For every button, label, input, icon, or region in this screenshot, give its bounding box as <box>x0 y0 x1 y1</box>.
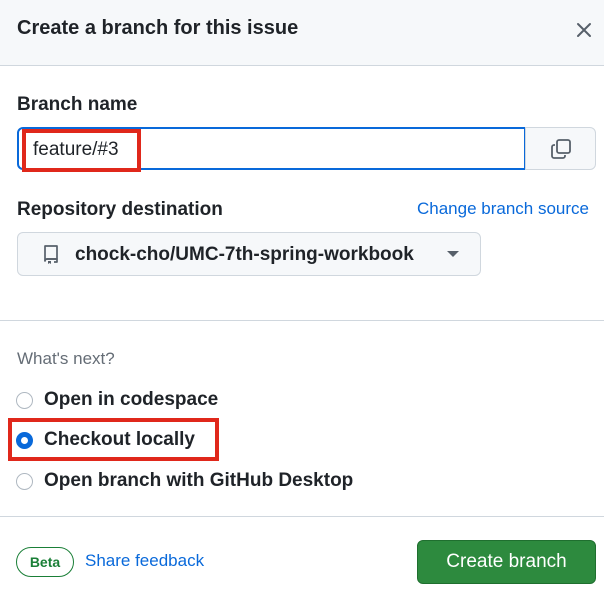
close-button[interactable] <box>568 14 600 46</box>
radio-button[interactable] <box>16 472 33 490</box>
whats-next-heading: What's next? <box>17 349 115 368</box>
close-icon <box>577 23 591 37</box>
radio-button[interactable] <box>16 391 33 409</box>
branch-name-field[interactable] <box>17 127 526 170</box>
option-label: Checkout locally <box>44 429 195 450</box>
footer-divider <box>0 516 604 517</box>
option-label: Open branch with GitHub Desktop <box>44 470 354 491</box>
radio-button-selected[interactable] <box>16 431 33 449</box>
option-github-desktop[interactable]: Open branch with GitHub Desktop <box>16 466 353 496</box>
section-divider <box>0 320 604 321</box>
copy-branch-button[interactable] <box>525 127 596 170</box>
repository-selected-value: chock-cho/UMC-7th-spring-workbook <box>75 244 414 265</box>
dialog-header: Create a branch for this issue <box>0 0 604 66</box>
beta-badge: Beta <box>16 547 74 577</box>
share-feedback-link[interactable]: Share feedback <box>85 551 204 571</box>
option-open-codespace[interactable]: Open in codespace <box>16 385 218 415</box>
repository-destination-label: Repository destination <box>17 199 223 220</box>
change-branch-source-link[interactable]: Change branch source <box>417 199 589 219</box>
branch-name-input[interactable] <box>33 137 513 163</box>
repository-select[interactable]: chock-cho/UMC-7th-spring-workbook <box>17 232 481 276</box>
branch-name-label: Branch name <box>17 94 138 115</box>
chevron-down-icon <box>447 251 459 257</box>
create-branch-button[interactable]: Create branch <box>417 540 596 584</box>
repo-icon <box>44 245 58 264</box>
dialog-title: Create a branch for this issue <box>17 17 299 39</box>
copy-icon <box>550 138 571 159</box>
option-label: Open in codespace <box>44 389 219 410</box>
option-checkout-locally[interactable]: Checkout locally <box>16 425 195 455</box>
